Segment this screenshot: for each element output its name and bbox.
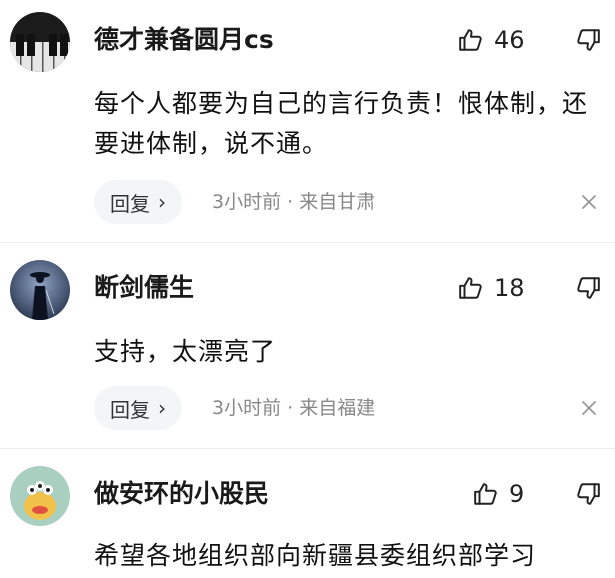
meta-separator: · <box>287 191 294 213</box>
thumbs-down-icon[interactable] <box>575 27 601 53</box>
thumbs-up-icon[interactable] <box>473 481 499 507</box>
reply-label: 回复 <box>110 191 150 216</box>
meta-separator: · <box>287 397 294 419</box>
comment-item: 德才兼备圆月cs 46 每个人都要为自己的言行负责！恨体制，还要进体制，说不通。… <box>0 0 615 240</box>
username[interactable]: 做安环的小股民 <box>94 481 269 506</box>
close-icon[interactable] <box>581 194 597 210</box>
thumbs-up-icon[interactable] <box>458 27 484 53</box>
divider <box>0 448 615 449</box>
comment-meta: 3小时前 · 来自甘肃 <box>212 193 375 212</box>
comment-text: 支持，太漂亮了 <box>94 337 277 366</box>
chevron-right-icon: › <box>158 190 166 214</box>
thumbs-up-icon[interactable] <box>458 275 484 301</box>
reply-button[interactable]: 回复 › <box>94 386 182 430</box>
avatar[interactable] <box>10 260 70 320</box>
close-icon[interactable] <box>581 400 597 416</box>
comment-item: 断剑儒生 18 支持，太漂亮了 回复 › 3小时前 · 来自福建 <box>0 250 615 450</box>
chevron-right-icon: › <box>158 396 166 420</box>
comment-meta: 3小时前 · 来自福建 <box>212 399 375 418</box>
username[interactable]: 德才兼备圆月cs <box>94 27 274 52</box>
like-count: 9 <box>509 480 525 508</box>
thumbs-down-icon[interactable] <box>575 275 601 301</box>
like-button[interactable]: 18 <box>458 275 525 301</box>
reply-label: 回复 <box>110 397 150 422</box>
timestamp: 3小时前 <box>212 397 282 419</box>
avatar[interactable] <box>10 466 70 526</box>
username[interactable]: 断剑儒生 <box>94 275 194 300</box>
like-count: 46 <box>494 26 525 54</box>
like-count: 18 <box>494 274 525 302</box>
comment-item: 做安环的小股民 9 希望各地组织部向新疆县委组织部学习 <box>0 456 615 578</box>
comment-text: 希望各地组织部向新疆县委组织部学习 <box>94 541 537 570</box>
reply-button[interactable]: 回复 › <box>94 180 182 224</box>
avatar[interactable] <box>10 12 70 72</box>
like-button[interactable]: 9 <box>473 481 524 507</box>
comment-text: 每个人都要为自己的言行负责！恨体制，还要进体制，说不通。 <box>94 89 589 158</box>
thumbs-down-icon[interactable] <box>575 481 601 507</box>
timestamp: 3小时前 <box>212 191 282 213</box>
like-button[interactable]: 46 <box>458 27 525 53</box>
divider <box>0 242 615 243</box>
location: 来自甘肃 <box>299 191 376 213</box>
location: 来自福建 <box>299 397 376 419</box>
